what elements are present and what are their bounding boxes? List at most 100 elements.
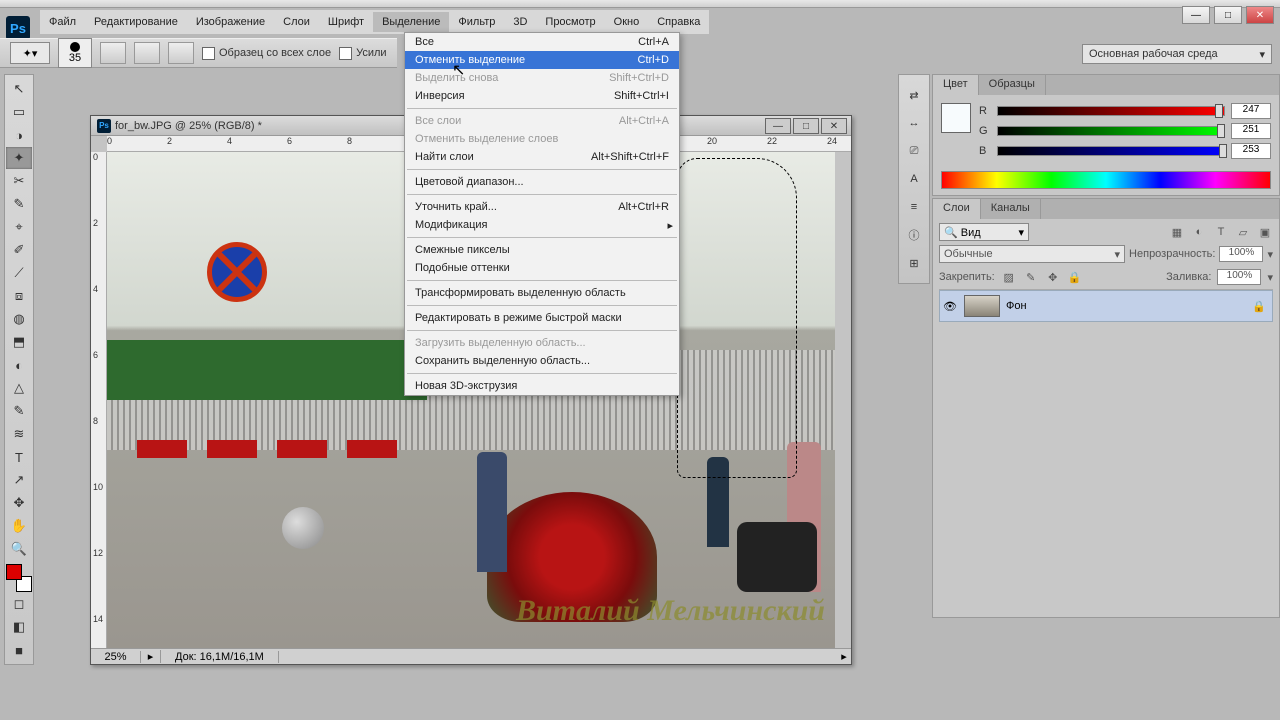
menu-шрифт[interactable]: Шрифт (319, 12, 373, 32)
dock-icon-5[interactable]: ⓘ (902, 223, 926, 247)
tool-9[interactable]: ⧈ (6, 285, 32, 307)
layer-thumbnail[interactable] (964, 295, 1000, 317)
tool-15[interactable]: ≋ (6, 423, 32, 445)
menu-просмотр[interactable]: Просмотр (536, 12, 604, 32)
filter-adjust-icon[interactable]: ◐ (1191, 224, 1207, 240)
tool-11[interactable]: ⬒ (6, 331, 32, 353)
app-close-button[interactable]: ✕ (1246, 6, 1274, 24)
tool-10[interactable]: ◍ (6, 308, 32, 330)
menuitem-все[interactable]: ВсеCtrl+A (405, 33, 679, 51)
app-minimize-button[interactable]: — (1182, 6, 1210, 24)
tool-17[interactable]: ↗ (6, 469, 32, 491)
g-slider[interactable] (997, 126, 1225, 136)
tool-6[interactable]: ⌖ (6, 216, 32, 238)
menu-слои[interactable]: Слои (274, 12, 319, 32)
tool-0[interactable]: ↖ (6, 78, 32, 100)
menu-выделение[interactable]: Выделение (373, 12, 449, 32)
option-icon-2[interactable] (134, 42, 160, 64)
enhance-checkbox[interactable]: Усили (339, 47, 386, 60)
fill-value[interactable]: 100% (1217, 269, 1261, 285)
tool-preset-picker[interactable]: ✦▾ (10, 42, 50, 64)
tool-5[interactable]: ✎ (6, 193, 32, 215)
menuitem-инверсия[interactable]: ИнверсияShift+Ctrl+I (405, 87, 679, 105)
menuitem-сохранить-выделенную-область-[interactable]: Сохранить выделенную область... (405, 352, 679, 370)
layer-name[interactable]: Фон (1006, 300, 1027, 312)
dock-icon-4[interactable]: ≡ (902, 195, 926, 219)
menuitem-уточнить-край-[interactable]: Уточнить край...Alt+Ctrl+R (405, 198, 679, 216)
menu-окно[interactable]: Окно (605, 12, 649, 32)
menuitem-новая-3d-экструзия[interactable]: Новая 3D-экструзия (405, 377, 679, 395)
dock-icon-0[interactable]: ⇄ (902, 83, 926, 107)
menu-файл[interactable]: Файл (40, 12, 85, 32)
menuitem-отменить-выделение[interactable]: Отменить выделениеCtrl+D (405, 51, 679, 69)
tool-3[interactable]: ✦ (6, 147, 32, 169)
tool-1[interactable]: ▭ (6, 101, 32, 123)
menuitem-модификация[interactable]: Модификация▸ (405, 216, 679, 234)
document-info[interactable]: Док: 16,1M/16,1M (161, 651, 279, 663)
menu-3d[interactable]: 3D (504, 12, 536, 32)
filter-pixel-icon[interactable]: ▦ (1169, 224, 1185, 240)
document-maximize-button[interactable]: □ (793, 118, 819, 134)
menu-справка[interactable]: Справка (648, 12, 709, 32)
ruler-vertical[interactable]: 02468101214 (91, 152, 107, 648)
menu-фильтр[interactable]: Фильтр (449, 12, 504, 32)
menu-редактирование[interactable]: Редактирование (85, 12, 187, 32)
sample-all-layers-checkbox[interactable]: Образец со всех слое (202, 47, 331, 60)
zoom-level[interactable]: 25% (91, 651, 141, 663)
tool-20[interactable]: 🔍 (6, 538, 32, 560)
document-minimize-button[interactable]: — (765, 118, 791, 134)
tool-2[interactable]: ◑ (6, 124, 32, 146)
menuitem-цветовой-диапазон-[interactable]: Цветовой диапазон... (405, 173, 679, 191)
tool-12[interactable]: ◐ (6, 354, 32, 376)
screen-mode-2[interactable]: ■ (6, 639, 32, 661)
tab-color[interactable]: Цвет (933, 75, 979, 95)
menu-изображение[interactable]: Изображение (187, 12, 274, 32)
dock-icon-3[interactable]: A (902, 167, 926, 191)
tool-19[interactable]: ✋ (6, 515, 32, 537)
menuitem-найти-слои[interactable]: Найти слоиAlt+Shift+Ctrl+F (405, 148, 679, 166)
g-value[interactable]: 251 (1231, 123, 1271, 139)
tool-8[interactable]: ⟋ (6, 262, 32, 284)
document-close-button[interactable]: ✕ (821, 118, 847, 134)
tool-18[interactable]: ✥ (6, 492, 32, 514)
layer-item-background[interactable]: 👁 Фон 🔒 (939, 290, 1273, 322)
brush-picker[interactable]: 35 (58, 38, 92, 68)
menuitem-подобные-оттенки[interactable]: Подобные оттенки (405, 259, 679, 277)
tool-14[interactable]: ✎ (6, 400, 32, 422)
menuitem-смежные-пикселы[interactable]: Смежные пикселы (405, 241, 679, 259)
r-slider[interactable] (997, 106, 1225, 116)
lock-position-icon[interactable]: ✥ (1045, 269, 1061, 285)
tool-4[interactable]: ✂ (6, 170, 32, 192)
color-picker[interactable] (6, 564, 32, 592)
blend-mode-select[interactable]: Обычные▾ (939, 245, 1125, 263)
dock-icon-2[interactable]: ⎚ (902, 139, 926, 163)
r-value[interactable]: 247 (1231, 103, 1271, 119)
b-slider[interactable] (997, 146, 1225, 156)
opacity-value[interactable]: 100% (1219, 246, 1263, 262)
menuitem-трансформировать-выделенную-область[interactable]: Трансформировать выделенную область (405, 284, 679, 302)
dock-icon-6[interactable]: ⊞ (902, 251, 926, 275)
tool-7[interactable]: ✐ (6, 239, 32, 261)
tab-swatches[interactable]: Образцы (979, 75, 1046, 95)
option-icon-3[interactable] (168, 42, 194, 64)
app-maximize-button[interactable]: □ (1214, 6, 1242, 24)
brush-panel-toggle[interactable] (100, 42, 126, 64)
layer-visibility-icon[interactable]: 👁 (942, 300, 958, 313)
b-value[interactable]: 253 (1231, 143, 1271, 159)
screen-mode-1[interactable]: ◧ (6, 616, 32, 638)
screen-mode-0[interactable]: ◻ (6, 593, 32, 615)
menuitem-редактировать-в-режиме-быстрой-маски[interactable]: Редактировать в режиме быстрой маски (405, 309, 679, 327)
filter-type-icon[interactable]: T (1213, 224, 1229, 240)
lock-all-icon[interactable]: 🔒 (1067, 269, 1083, 285)
workspace-selector[interactable]: Основная рабочая среда▾ (1082, 44, 1272, 64)
tab-channels[interactable]: Каналы (981, 199, 1041, 219)
lock-pixels-icon[interactable]: ✎ (1023, 269, 1039, 285)
color-swatch[interactable] (941, 103, 971, 133)
dock-icon-1[interactable]: ↔ (902, 111, 926, 135)
tool-16[interactable]: T (6, 446, 32, 468)
spectrum-picker[interactable] (941, 171, 1271, 189)
filter-smart-icon[interactable]: ▣ (1257, 224, 1273, 240)
lock-transparency-icon[interactable]: ▨ (1001, 269, 1017, 285)
layer-filter-select[interactable]: 🔍 Вид▾ (939, 223, 1029, 241)
tool-13[interactable]: △ (6, 377, 32, 399)
